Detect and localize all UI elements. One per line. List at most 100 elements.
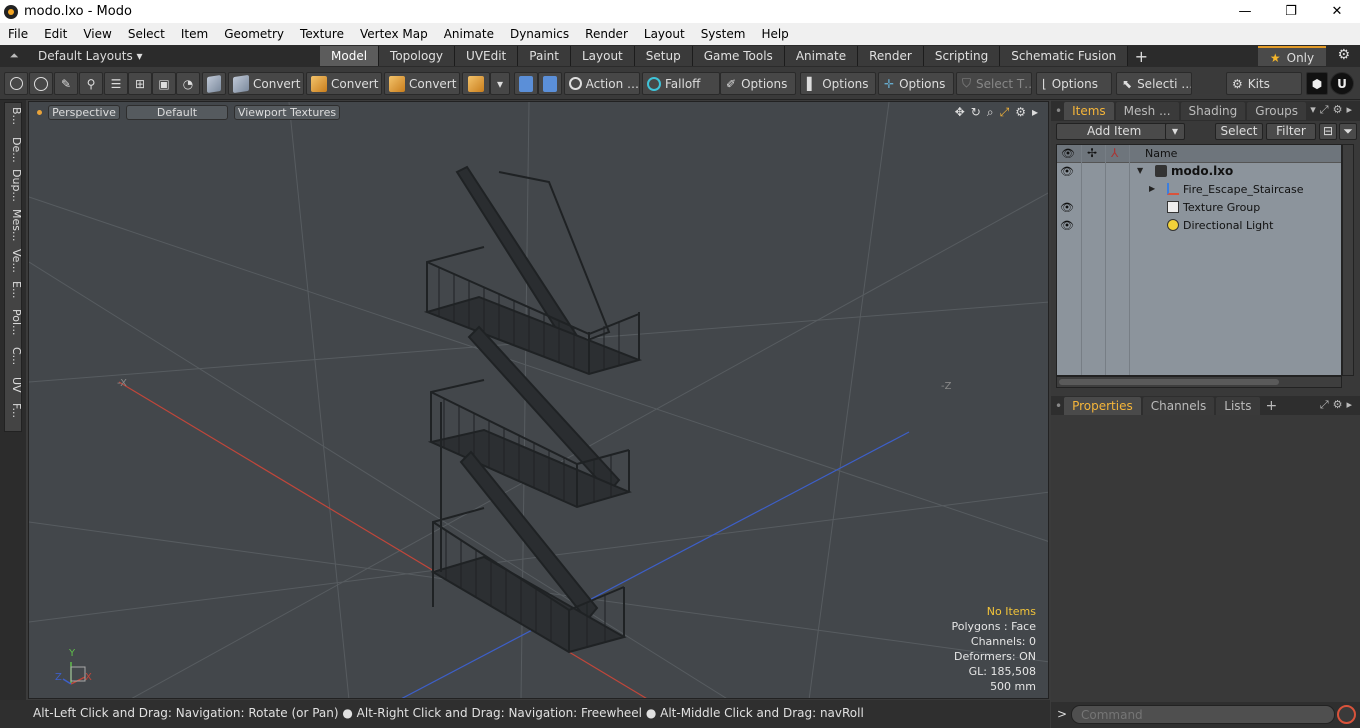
tab-animate[interactable]: Animate (784, 46, 859, 66)
menu-system[interactable]: System (693, 23, 754, 45)
viewport-expand-icon[interactable]: ▸ (1032, 105, 1038, 120)
layers-button[interactable]: ☰ (104, 72, 128, 95)
vertex-mode-button[interactable] (4, 72, 28, 95)
select-through-button[interactable]: ⛉ Select T… (956, 72, 1032, 95)
menu-help[interactable]: Help (753, 23, 796, 45)
3d-viewport[interactable]: Perspective Default Viewport Textures ✥ … (28, 101, 1049, 699)
orbit-icon[interactable]: ↻ (971, 105, 981, 120)
left-tab-fusion[interactable]: F... (5, 403, 23, 418)
tab-scripting[interactable]: Scripting (923, 46, 1001, 66)
visibility-column-icon[interactable]: 👁 (1061, 147, 1075, 160)
fit-icon[interactable]: ⤢ (1000, 105, 1010, 120)
item-row-texture-group[interactable]: 👁 Texture Group (1057, 199, 1341, 217)
item-list-vertical-scrollbar[interactable] (1342, 144, 1354, 376)
left-tab-duplicate[interactable]: Dup... (5, 169, 23, 202)
tab-shading[interactable]: Shading (1180, 102, 1246, 120)
shield-button-1[interactable] (514, 72, 538, 95)
tab-paint[interactable]: Paint (518, 46, 571, 66)
maximize-button[interactable]: ❐ (1268, 0, 1314, 23)
left-tab-polygon[interactable]: Pol... (5, 309, 23, 336)
mesh-dropdown-button[interactable]: ▾ (490, 72, 510, 95)
item-row-directional-light[interactable]: 👁 Directional Light (1057, 217, 1341, 235)
shield-button-2[interactable] (538, 72, 562, 95)
tab-model[interactable]: Model (320, 46, 380, 66)
tab-game-tools[interactable]: Game Tools (692, 46, 785, 66)
tab-items[interactable]: Items (1064, 102, 1114, 120)
pan-icon[interactable]: ✥ (955, 105, 965, 120)
left-tab-edge[interactable]: E... (5, 281, 23, 298)
convert-button-2[interactable]: Convert (306, 72, 382, 95)
tab-groups[interactable]: Groups (1247, 102, 1307, 120)
funnel-icon[interactable]: ⏷ (1339, 123, 1357, 140)
name-column-header[interactable]: Name (1145, 147, 1177, 160)
default-layouts-dropdown[interactable]: Default Layouts ▾ (28, 49, 320, 63)
menu-layout[interactable]: Layout (636, 23, 693, 45)
menu-render[interactable]: Render (577, 23, 636, 45)
menu-animate[interactable]: Animate (436, 23, 502, 45)
tab-channels[interactable]: Channels (1142, 397, 1215, 415)
add-item-dropdown[interactable]: ▾ (1165, 123, 1185, 140)
options-button-1[interactable]: ✐ Options (720, 72, 796, 95)
item-list[interactable]: 👁 ✢ ⅄ Name 👁 ▼ modo.lxo ▶ Fire_Escape_St… (1056, 144, 1342, 376)
tab-topology[interactable]: Topology (379, 46, 456, 66)
tab-render[interactable]: Render (858, 46, 924, 66)
globe-mode-button[interactable] (29, 72, 53, 95)
transform-button[interactable]: ⊞ (128, 72, 152, 95)
tab-mesh[interactable]: Mesh ... (1115, 102, 1179, 120)
tab-properties[interactable]: Properties (1064, 397, 1141, 415)
left-tab-uv[interactable]: UV (5, 377, 23, 393)
menu-file[interactable]: File (0, 23, 36, 45)
tab-layout[interactable]: Layout (570, 46, 635, 66)
lock-column-icon[interactable]: ✢ (1087, 146, 1097, 160)
view-type-dropdown[interactable]: Perspective (48, 104, 120, 120)
convert-button-3[interactable]: Convert (384, 72, 460, 95)
minimize-button[interactable]: — (1222, 0, 1268, 23)
only-toggle[interactable]: ★ Only (1258, 46, 1326, 66)
menu-edit[interactable]: Edit (36, 23, 75, 45)
menu-view[interactable]: View (75, 23, 119, 45)
tab-uvedit[interactable]: UVEdit (455, 46, 519, 66)
options-button-2[interactable]: ▌ Options (800, 72, 876, 95)
scroll-thumb[interactable] (1059, 379, 1279, 385)
box-select-button[interactable]: ▣ (152, 72, 176, 95)
left-tab-deform[interactable]: De... (5, 137, 23, 163)
zoom-icon[interactable]: ⌕ (987, 105, 994, 120)
item-row-mesh[interactable]: ▶ Fire_Escape_Staircase (1057, 181, 1341, 199)
viewport-textures-dropdown[interactable]: Viewport Textures (234, 104, 340, 120)
item-row-scene[interactable]: 👁 ▼ modo.lxo (1057, 163, 1341, 181)
panel-controls-icon[interactable]: ⤢⚙▸ (1320, 398, 1356, 412)
left-tab-curve[interactable]: C... (5, 347, 23, 365)
panel-dot-icon[interactable]: • (1055, 104, 1062, 118)
tab-setup[interactable]: Setup (634, 46, 693, 66)
expand-triangle-icon[interactable]: ▼ (1137, 166, 1143, 175)
action-center-button[interactable]: Action … (564, 72, 640, 95)
filter-button[interactable]: Filter (1266, 123, 1316, 140)
tab-lists[interactable]: Lists (1216, 397, 1260, 415)
menu-geometry[interactable]: Geometry (216, 23, 292, 45)
eye-icon[interactable]: 👁 (1060, 219, 1074, 232)
convert-button-1[interactable]: Convert (228, 72, 304, 95)
pen-tool-button[interactable]: ✎ (54, 72, 78, 95)
item-mode-button[interactable] (202, 72, 226, 95)
kits-button[interactable]: ⚙ Kits (1226, 72, 1302, 95)
shading-style-dropdown[interactable]: Default (126, 104, 228, 120)
menu-select[interactable]: Select (120, 23, 173, 45)
left-tab-mesh-edit[interactable]: Mes... (5, 209, 23, 241)
add-panel-tab-icon[interactable]: + (1266, 398, 1278, 414)
selection-sets-button[interactable]: ⬉ Selecti … (1116, 72, 1192, 95)
close-button[interactable]: ✕ (1314, 0, 1360, 23)
layout-collapse-icon[interactable]: ⏶ (0, 49, 28, 63)
select-button[interactable]: Select (1215, 123, 1263, 140)
eye-icon[interactable]: 👁 (1060, 165, 1074, 178)
menu-item[interactable]: Item (173, 23, 216, 45)
options-button-4[interactable]: ⌊ Options (1036, 72, 1112, 95)
panel-dot-icon[interactable]: • (1055, 399, 1062, 413)
menu-texture[interactable]: Texture (292, 23, 352, 45)
item-list-horizontal-scrollbar[interactable] (1056, 376, 1342, 388)
viewport-menu-dot-icon[interactable] (37, 109, 42, 115)
menu-dynamics[interactable]: Dynamics (502, 23, 577, 45)
viewport-gear-icon[interactable]: ⚙ (1015, 105, 1026, 120)
menu-vertex-map[interactable]: Vertex Map (352, 23, 436, 45)
left-tab-basic[interactable]: B... (5, 107, 23, 125)
falloff-button[interactable]: Falloff (642, 72, 720, 95)
